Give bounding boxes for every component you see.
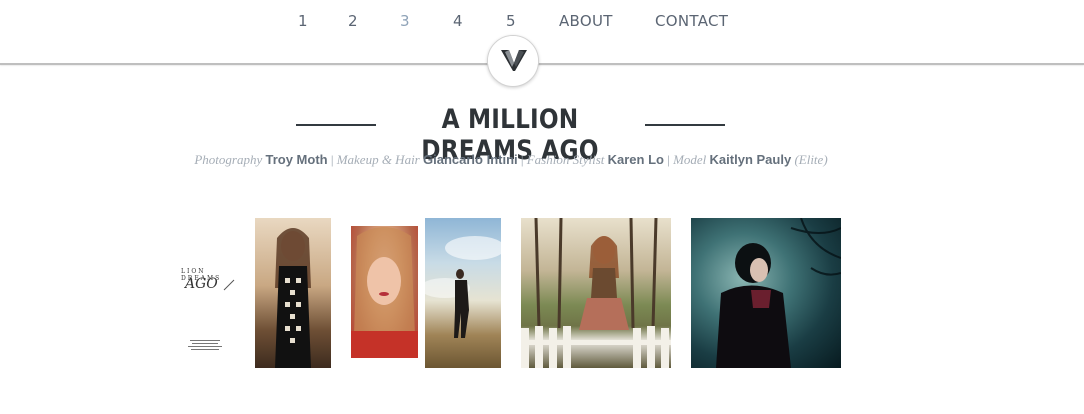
- model-figure: [275, 228, 311, 368]
- credit-role-makeup: Makeup & Hair: [336, 152, 420, 167]
- title-right-rule: [645, 124, 725, 126]
- credit-name-photographer: Troy Moth: [265, 152, 328, 167]
- cover-slash-icon: [223, 279, 235, 291]
- gallery-photo-cover[interactable]: LION DREAMS AGO: [178, 218, 249, 368]
- nav-page-4[interactable]: 4: [453, 12, 463, 30]
- nav-page-2[interactable]: 2: [348, 12, 358, 30]
- nav-divider: [0, 63, 1084, 65]
- gallery-photo-4[interactable]: [425, 218, 501, 368]
- credit-name-stylist: Karen Lo: [607, 152, 664, 167]
- nav-page-1[interactable]: 1: [298, 12, 308, 30]
- credit-role-model: Model: [673, 152, 707, 167]
- credit-name-model: Kaitlyn Pauly: [709, 152, 792, 167]
- credit-separator: |: [330, 152, 334, 167]
- article-title-row: A MILLION DREAMS AGO: [0, 104, 1084, 166]
- gallery-photo-5[interactable]: [521, 218, 671, 368]
- model-silhouette: [425, 236, 501, 338]
- credit-role-stylist: Fashion Stylist: [526, 152, 605, 167]
- nav-page-3[interactable]: 3: [400, 12, 410, 30]
- top-navigation: 1 2 3 4 5 ABOUT CONTACT: [0, 0, 1084, 64]
- nav-page-5[interactable]: 5: [506, 12, 516, 30]
- credit-name-makeup: Giancarlo Intini: [423, 152, 518, 167]
- title-left-rule: [296, 124, 376, 126]
- gallery-photo-2[interactable]: [255, 218, 331, 368]
- nav-about-link[interactable]: ABOUT: [559, 12, 613, 30]
- cover-logo: AGO: [185, 276, 218, 292]
- credit-separator: |: [520, 152, 524, 167]
- gallery-photo-3[interactable]: [351, 226, 418, 358]
- article-credits: Photography Troy Moth | Makeup & Hair Gi…: [0, 152, 1022, 168]
- site-logo-button[interactable]: [487, 35, 539, 87]
- cover-fine-print: [186, 340, 226, 353]
- gallery-photo-6[interactable]: [691, 218, 841, 368]
- nav-contact-link[interactable]: CONTACT: [655, 12, 728, 30]
- credit-separator: |: [667, 152, 670, 167]
- credit-role-photography: Photography: [194, 152, 263, 167]
- model-dark-scene: [716, 218, 841, 368]
- model-portrait: [351, 227, 418, 358]
- credit-model-agency: (Elite): [794, 152, 828, 167]
- model-fence-scene: [521, 218, 671, 368]
- v-logo-icon: [501, 50, 527, 71]
